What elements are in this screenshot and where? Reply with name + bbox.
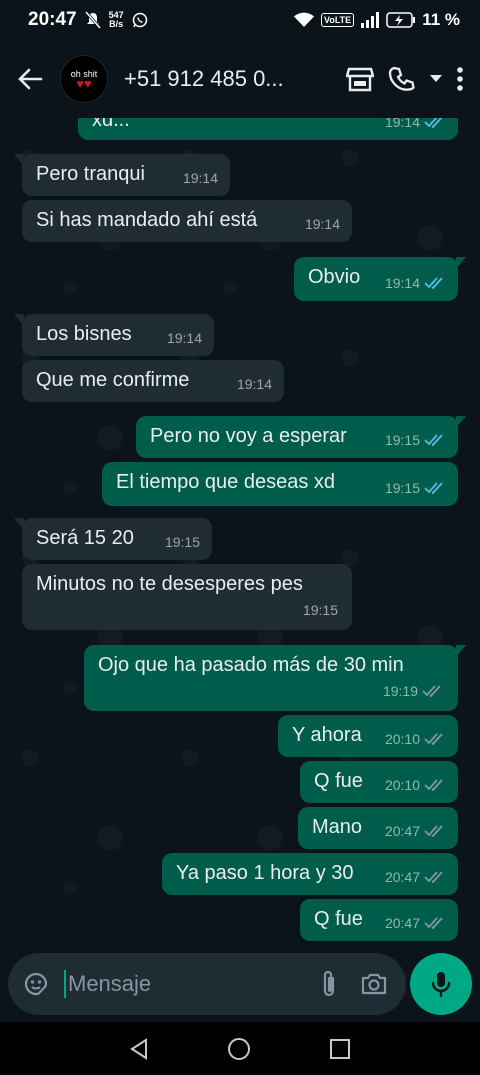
message-input[interactable]: Mensaje	[64, 970, 320, 998]
delivered-ticks-icon	[422, 685, 441, 697]
more-options-button[interactable]	[456, 66, 464, 92]
nav-recents-button[interactable]	[329, 1038, 351, 1060]
message-time: 20:10	[384, 777, 420, 793]
message-time: 19:15	[384, 480, 420, 496]
read-ticks-icon	[424, 118, 443, 128]
back-button[interactable]	[0, 40, 60, 118]
message-time: 19:19	[382, 683, 418, 699]
nav-home-button[interactable]	[227, 1037, 251, 1061]
message-bubble-outgoing[interactable]: Obvio 19:14	[294, 257, 466, 301]
contact-avatar[interactable]: oh shit ♥♥	[60, 55, 108, 103]
contact-name[interactable]: +51 912 485 0...	[124, 66, 290, 92]
arrow-left-icon	[18, 68, 43, 90]
whatsapp-icon	[132, 12, 147, 28]
message-time: 19:14	[166, 330, 202, 346]
signal-icon	[361, 12, 380, 28]
caret-down-icon	[430, 75, 442, 82]
message-bubble-incoming[interactable]: Que me confirme 19:14	[22, 360, 284, 402]
message-time: 19:14	[384, 118, 420, 130]
message-time: 19:15	[164, 534, 200, 550]
message-bubble-outgoing[interactable]: Y ahora 20:10	[278, 715, 458, 757]
message-list[interactable]: xd... 19:14 Pero tranqui 19:14 Si has ma…	[0, 118, 480, 950]
message-bubble-outgoing[interactable]: xd... 19:14	[78, 118, 458, 140]
battery-icon	[386, 12, 416, 28]
call-options-dropdown[interactable]	[430, 75, 442, 83]
square-recents-icon	[330, 1038, 350, 1059]
status-bar: 20:47 547 B/s VoLTE 11 %	[0, 0, 480, 40]
message-composer: Mensaje	[8, 953, 406, 1015]
camera-button[interactable]	[360, 972, 388, 996]
text-caret	[64, 970, 66, 998]
sticker-icon	[24, 972, 48, 996]
delivered-ticks-icon	[424, 825, 443, 837]
message-bubble-outgoing[interactable]: Ojo que ha pasado más de 30 min 19:19	[84, 645, 466, 711]
message-time: 19:15	[384, 432, 420, 448]
voice-record-button[interactable]	[410, 953, 472, 1015]
message-bubble-outgoing[interactable]: Q fue 20:47	[300, 899, 458, 941]
mute-icon	[84, 11, 101, 29]
delivered-ticks-icon	[424, 733, 443, 745]
delivered-ticks-icon	[424, 871, 443, 883]
message-bubble-incoming[interactable]: Si has mandado ahí está 19:14	[22, 200, 352, 242]
message-bubble-incoming[interactable]: Los bisnes 19:14	[14, 314, 214, 356]
message-bubble-outgoing[interactable]: Q fue 20:10	[300, 761, 458, 803]
message-time: 20:10	[384, 731, 420, 747]
message-time: 20:47	[384, 915, 420, 931]
message-bubble-incoming[interactable]: Será 15 20 19:15	[14, 518, 212, 560]
read-ticks-icon	[424, 434, 443, 446]
message-bubble-incoming[interactable]: Minutos no te desesperes pes 19:15	[22, 564, 352, 630]
status-time: 20:47	[28, 9, 77, 30]
network-speed: 547 B/s	[108, 10, 124, 29]
message-time: 19:14	[304, 216, 340, 232]
message-time: 19:14	[384, 275, 420, 291]
kebab-menu-icon	[457, 67, 463, 91]
microphone-icon	[431, 972, 451, 998]
delivered-ticks-icon	[424, 779, 443, 791]
message-bubble-outgoing[interactable]: El tiempo que deseas xd 19:15	[102, 462, 458, 506]
wifi-icon	[294, 12, 315, 27]
chat-header: oh shit ♥♥ +51 912 485 0...	[0, 40, 480, 118]
camera-icon	[361, 973, 387, 995]
delivered-ticks-icon	[424, 917, 443, 929]
emoji-sticker-button[interactable]	[22, 970, 50, 998]
read-ticks-icon	[424, 277, 443, 289]
system-navigation-bar	[0, 1022, 480, 1075]
message-time: 19:14	[236, 376, 272, 392]
business-store-button[interactable]	[346, 66, 374, 92]
message-bubble-outgoing[interactable]: Pero no voy a esperar 19:15	[136, 416, 466, 458]
message-bubble-outgoing[interactable]: Mano 20:47	[298, 807, 458, 849]
nav-back-button[interactable]	[129, 1037, 149, 1060]
call-button[interactable]	[388, 65, 416, 93]
message-time: 20:47	[384, 823, 420, 839]
message-time: 20:47	[384, 869, 420, 885]
triangle-back-icon	[130, 1037, 147, 1060]
attach-button[interactable]	[320, 969, 338, 999]
battery-percent: 11 %	[422, 10, 460, 29]
volte-badge: VoLTE	[321, 13, 355, 27]
read-ticks-icon	[424, 482, 443, 494]
message-time: 19:14	[182, 170, 218, 186]
phone-icon	[388, 66, 415, 91]
paperclip-icon	[323, 970, 335, 997]
message-time: 19:15	[302, 602, 338, 618]
message-bubble-incoming[interactable]: Pero tranqui 19:14	[14, 154, 230, 196]
message-bubble-outgoing[interactable]: Ya paso 1 hora y 30 20:47	[162, 853, 458, 895]
store-icon	[346, 67, 374, 92]
circle-home-icon	[228, 1037, 250, 1060]
